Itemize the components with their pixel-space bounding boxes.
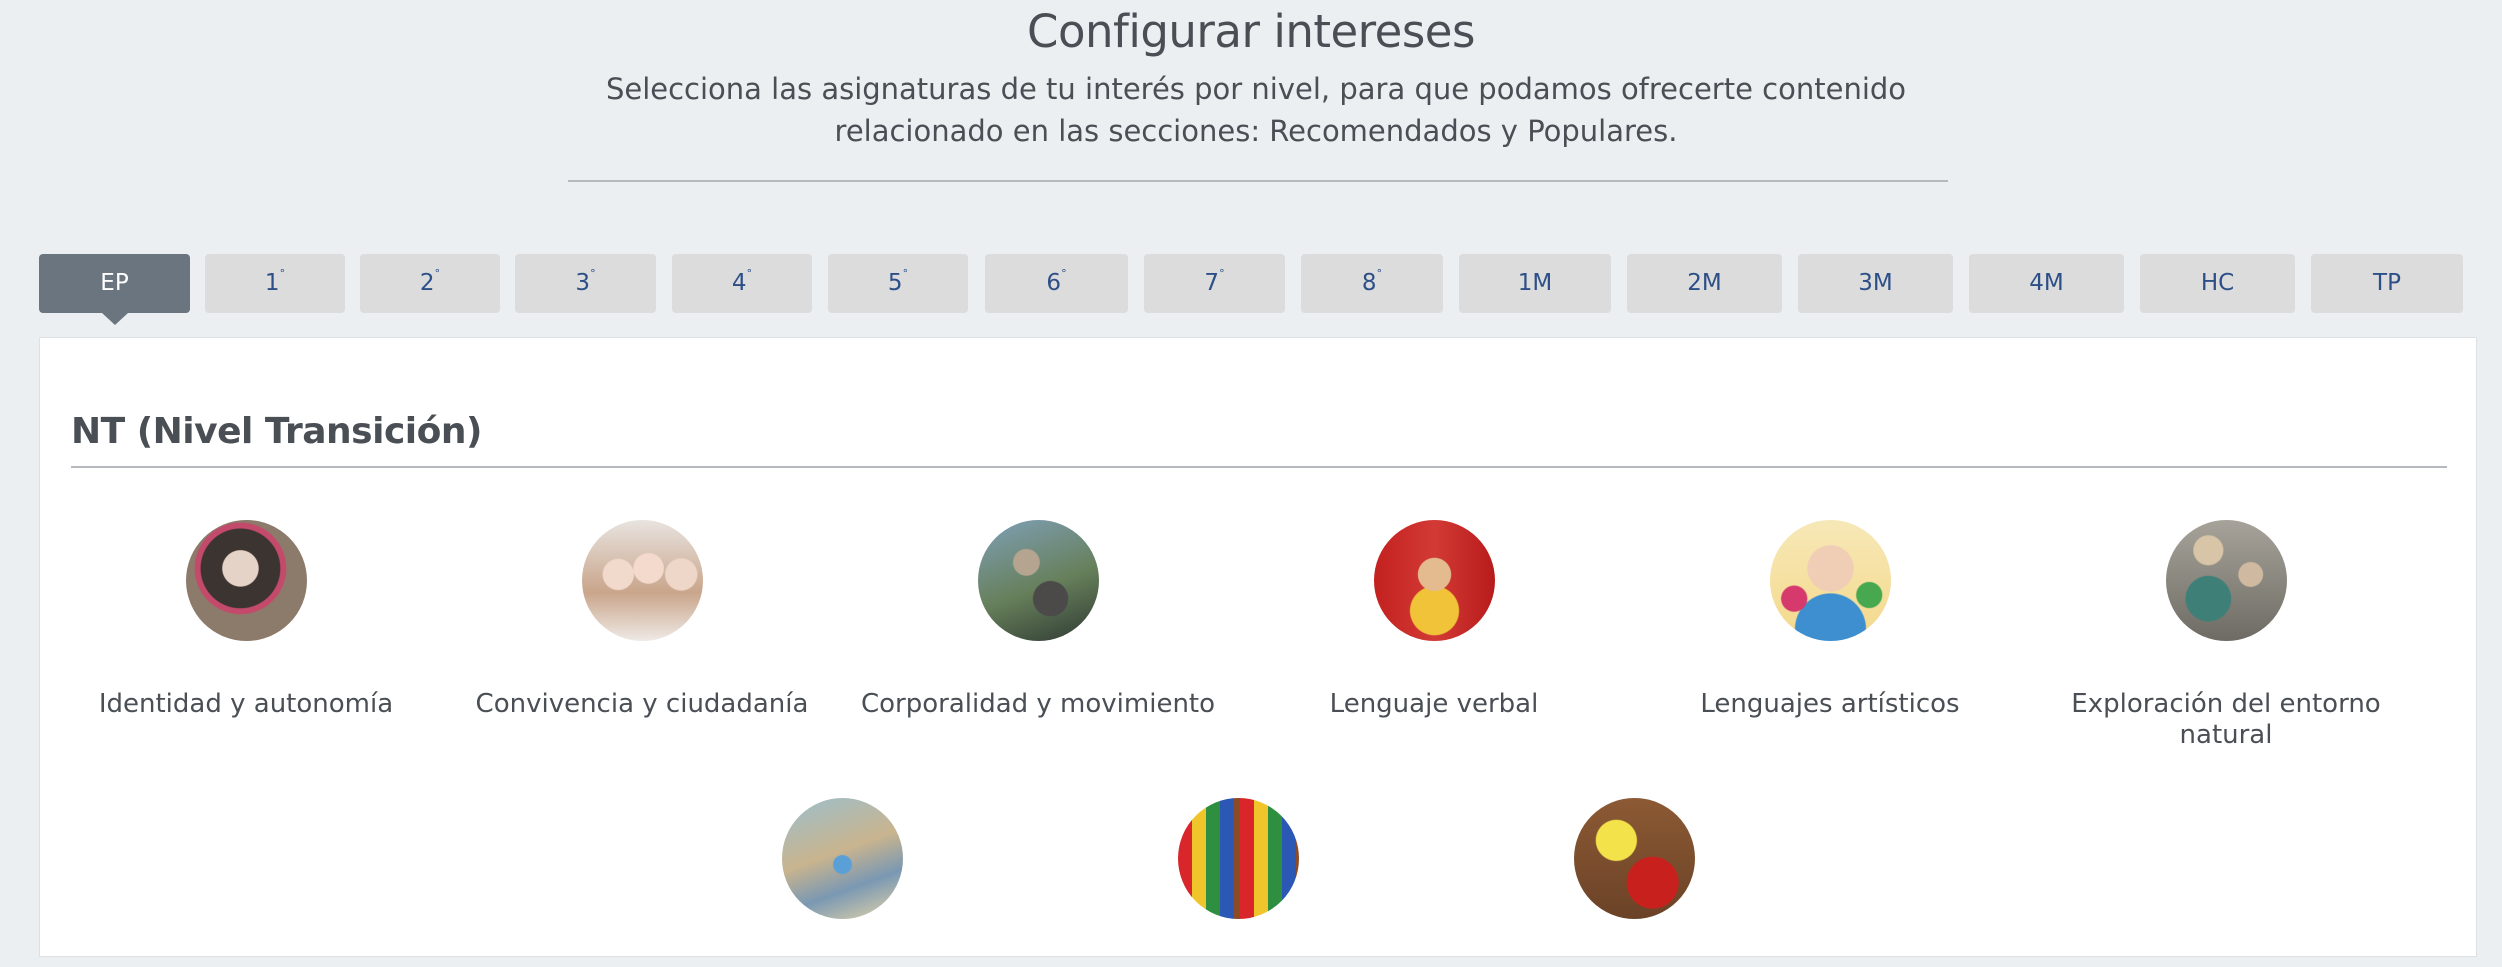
tab-label: HC [2200,270,2235,296]
subject-card[interactable]: Identidad y autonomía [61,520,431,720]
tab-ordinal: ° [1376,267,1383,280]
tab-label: 7 [1204,270,1220,296]
tab-label: TP [2373,270,2401,296]
header-divider [568,180,1948,182]
tab-tp[interactable]: TP [2311,254,2463,313]
page-subtitle: Selecciona las asignaturas de tu interés… [605,72,1907,148]
subject-card[interactable]: Lenguaje verbal [1249,520,1619,720]
tab-3m[interactable]: 3M [1798,254,1953,313]
tab-4m[interactable]: 4M [1969,254,2124,313]
tab-label: 4M [2029,270,2064,296]
tab-8[interactable]: 8° [1301,254,1443,313]
section-divider [71,466,2447,468]
subject-image [977,520,1099,641]
tab-5[interactable]: 5° [828,254,968,313]
subject-card[interactable]: Exploración del entorno natural [2041,520,2411,751]
tab-label: 3M [1858,270,1893,296]
tab-label: 1M [1517,270,1553,296]
tab-label: EP [100,270,129,296]
subject-image [1769,520,1891,641]
tab-label: 6 [1046,270,1062,296]
subject-label: Convivencia y ciudadanía [475,689,809,719]
tab-4[interactable]: 4° [672,254,812,313]
tab-ordinal: ° [1061,267,1067,280]
subjects-panel: NT (Nivel Transición) Identidad y autono… [39,337,2477,957]
tab-ordinal: ° [1219,267,1225,280]
tab-1[interactable]: 1° [205,254,345,313]
subject-image [1177,798,1299,919]
tab-label: 3 [575,270,591,296]
subject-card[interactable]: Lenguajes artísticos [1645,520,2015,720]
tab-label: 1 [264,270,280,296]
subject-label: Lenguajes artísticos [1700,689,1960,719]
tab-7[interactable]: 7° [1144,254,1285,313]
subject-label: Lenguaje verbal [1329,689,1539,719]
tab-label: 2M [1687,270,1722,296]
subject-image [1573,798,1695,919]
tab-label: 8 [1361,270,1377,296]
level-tabs: EP 1° 2° 3° 4° 5° 6° 7° 8° 1M 2M 3M 4M H… [0,254,2502,325]
tab-6[interactable]: 6° [985,254,1128,313]
tab-2[interactable]: 2° [360,254,500,313]
section-title: NT (Nivel Transición) [71,411,482,452]
subject-label: Exploración del entorno natural [2071,689,2381,750]
tab-label: 5 [887,270,903,296]
tab-hc[interactable]: HC [2140,254,2295,313]
tab-label: 2 [419,270,435,296]
tab-ep[interactable]: EP [39,254,190,325]
subject-image [581,520,703,641]
subject-image [185,520,307,641]
subject-image [781,798,903,919]
tab-ordinal: ° [746,267,753,280]
page-title: Configurar intereses [1027,5,1475,58]
subject-image [2165,520,2287,641]
subject-card[interactable]: Corporalidad y movimiento [853,520,1223,720]
tab-ordinal: ° [902,267,909,280]
tab-ordinal: ° [434,267,441,280]
tab-1m[interactable]: 1M [1459,254,1611,313]
subject-label: Corporalidad y movimiento [860,689,1216,719]
tab-2m[interactable]: 2M [1627,254,1782,313]
subject-label: Identidad y autonomía [98,689,394,719]
subject-image [1373,520,1495,641]
tab-ordinal: ° [279,267,286,280]
tab-3[interactable]: 3° [515,254,656,313]
subject-card[interactable]: Convivencia y ciudadanía [457,520,827,720]
tab-label: 4 [731,270,747,296]
tab-ordinal: ° [590,267,596,280]
